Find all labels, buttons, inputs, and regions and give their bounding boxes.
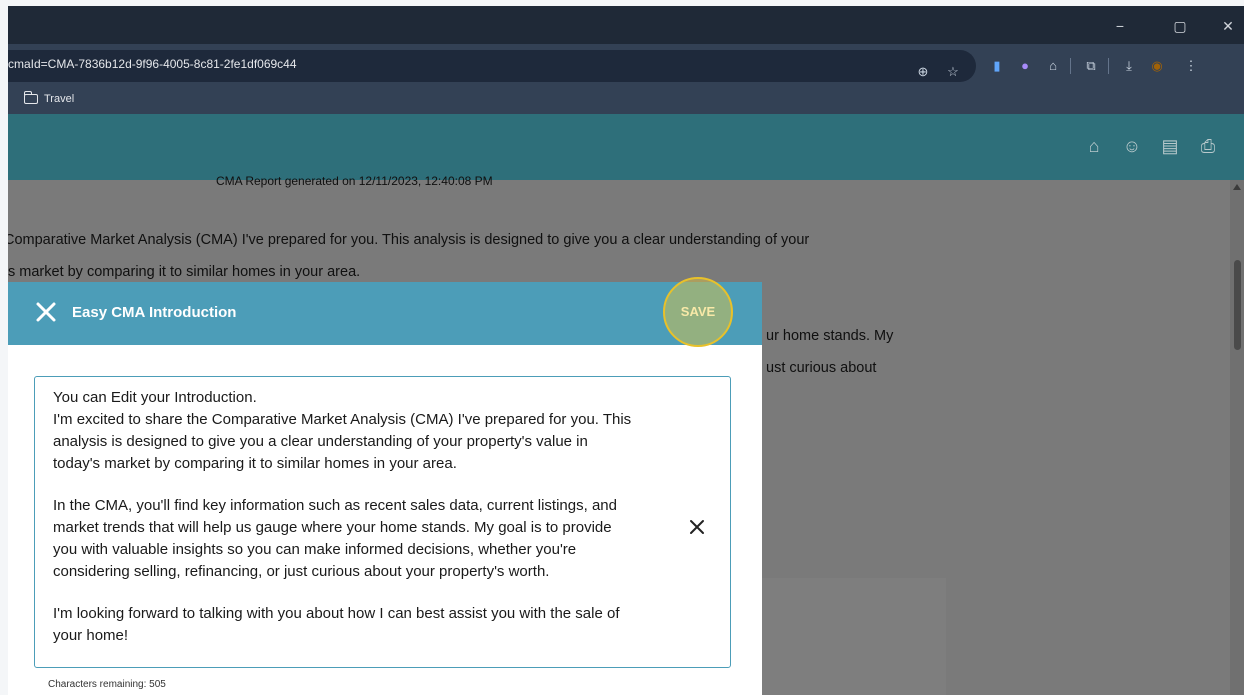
editor-line: today's market by comparing it to simila… <box>53 455 457 472</box>
editor-line: I'm excited to share the Comparative Mar… <box>53 411 632 428</box>
scroll-up-arrow-icon[interactable] <box>1233 184 1241 190</box>
menu-kebab-icon[interactable]: ⋮ <box>1182 50 1200 82</box>
save-button[interactable]: SAVE <box>663 277 733 347</box>
intro-text-line: s market by comparing it to similar home… <box>8 264 361 280</box>
scroll-thumb[interactable] <box>1234 260 1241 350</box>
screenshot-icon[interactable]: ⧉ <box>1082 50 1100 82</box>
bookmarks-bar: Travel <box>8 88 1244 114</box>
user-settings-icon[interactable]: ☺ <box>1122 136 1142 156</box>
editor-line: In the CMA, you'll find key information … <box>53 497 617 514</box>
app-header: ⌂ ☺ ▤ ⎙ <box>8 114 1244 180</box>
bookmark-label: Travel <box>44 93 75 105</box>
star-icon[interactable]: ☆ <box>944 56 962 88</box>
document-icon[interactable]: ▤ <box>1160 136 1180 156</box>
extension-purple-icon[interactable]: ● <box>1016 50 1034 82</box>
editor-line: your home! <box>53 627 129 644</box>
zoom-icon[interactable]: ⊕ <box>914 56 932 88</box>
app-header-icons: ⌂ ☺ ▤ ⎙ <box>1084 136 1218 156</box>
title-bar: − ▢ ✕ <box>8 6 1244 44</box>
address-bar[interactable]: cmaId=CMA-7836b12d-9f96-4005-8c81-2fe1df… <box>8 50 976 82</box>
editor-line: market trends that will help us gauge wh… <box>53 519 612 536</box>
folder-icon <box>23 91 38 104</box>
maximize-button[interactable]: ▢ <box>1168 16 1192 36</box>
intro-text-line: ur home stands. My <box>766 328 894 344</box>
dialog-header: Easy CMA Introduction SAVE <box>8 277 762 347</box>
close-icon[interactable] <box>34 300 58 324</box>
introduction-textarea[interactable]: You can Edit your Introduction. I'm exci… <box>34 376 731 668</box>
clear-text-icon[interactable] <box>688 518 706 536</box>
dialog-title: Easy CMA Introduction <box>72 304 237 321</box>
browser-window: − ▢ ✕ cmaId=CMA-7836b12d-9f96-4005-8c81-… <box>8 6 1244 695</box>
editor-line: considering selling, refinancing, or jus… <box>53 563 550 580</box>
editor-line: analysis is designed to give you a clear… <box>53 433 588 450</box>
browser-toolbar: cmaId=CMA-7836b12d-9f96-4005-8c81-2fe1df… <box>8 44 1244 88</box>
intro-text-line: ust curious about <box>766 360 877 376</box>
profile-avatar[interactable]: ◉ <box>1148 50 1166 82</box>
editor-line: you with valuable insights so you can ma… <box>53 541 577 558</box>
characters-remaining: Characters remaining: 505 <box>48 679 166 690</box>
download-icon[interactable]: ⤓ <box>1120 50 1138 82</box>
bookmark-travel[interactable]: Travel <box>23 91 75 105</box>
page-scrollbar[interactable] <box>1230 180 1244 695</box>
editor-line: You can Edit your Introduction. <box>53 389 257 406</box>
editor-line: I'm looking forward to talking with you … <box>53 605 620 622</box>
url-text[interactable]: cmaId=CMA-7836b12d-9f96-4005-8c81-2fe1df… <box>8 57 297 71</box>
easy-cma-introduction-dialog: Easy CMA Introduction SAVE You can Edit … <box>8 277 762 695</box>
intro-text-line: Comparative Market Analysis (CMA) I've p… <box>8 232 810 248</box>
print-icon[interactable]: ⎙ <box>1198 136 1218 156</box>
content-block <box>761 578 946 695</box>
extensions-puzzle-icon[interactable]: ⌂ <box>1044 50 1062 82</box>
toolbar-divider <box>1108 58 1109 74</box>
extension-blue-icon[interactable]: ▮ <box>988 50 1006 82</box>
toolbar-divider <box>1070 58 1071 74</box>
home-icon[interactable]: ⌂ <box>1084 136 1104 156</box>
close-window-button[interactable]: ✕ <box>1216 16 1240 36</box>
minimize-button[interactable]: − <box>1108 16 1132 36</box>
report-generated-text: CMA Report generated on 12/11/2023, 12:4… <box>216 174 493 188</box>
